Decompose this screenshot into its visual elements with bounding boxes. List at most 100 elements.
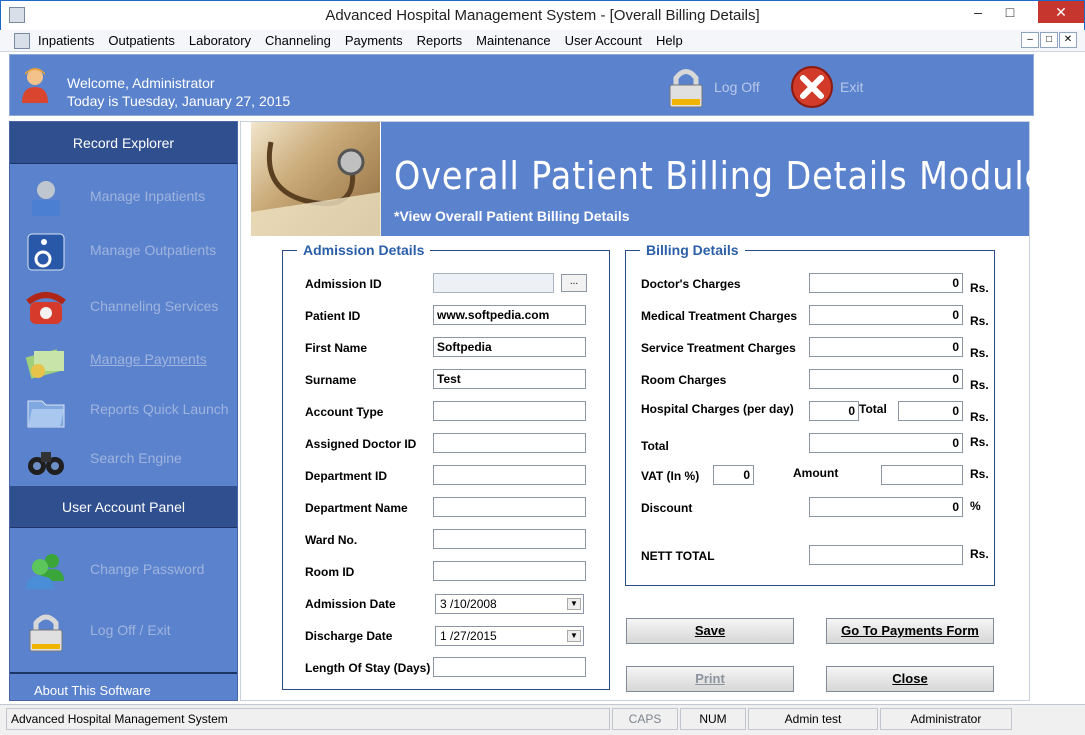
admission-date-label: Admission Date [305,597,396,611]
mdi-close-button[interactable]: ✕ [1059,32,1077,48]
patient-id-label: Patient ID [305,309,361,323]
sidebar-item-manage-inpatients[interactable]: Manage Inpatients [10,172,237,222]
billing-module-panel: Overall Patient Billing Details Module *… [240,121,1045,701]
administrator-icon [22,68,48,103]
ward-no-field[interactable] [433,529,586,549]
close-window-button[interactable]: ✕ [1038,1,1084,23]
status-app-name: Advanced Hospital Management System [6,708,610,730]
service-treatment-charges-label: Service Treatment Charges [641,341,796,355]
menu-channeling[interactable]: Channeling [265,33,331,48]
sidebar-item-label: Search Engine [90,450,182,466]
logoff-label: Log Off [714,79,760,95]
length-of-stay-label: Length Of Stay (Days) [305,661,431,675]
sidebar-item-label: Reports Quick Launch [90,401,229,417]
vat-field[interactable]: 0 [713,465,754,485]
minimize-button[interactable]: – [963,1,993,23]
padlock-icon [669,69,703,108]
admission-date-value: 3 /10/2008 [440,597,497,611]
module-banner: Overall Patient Billing Details Module *… [251,122,1045,236]
status-bar: Advanced Hospital Management System CAPS… [0,704,1085,735]
exit-icon [791,66,833,108]
surname-field[interactable]: Test [433,369,586,389]
hospital-total-field[interactable]: 0 [898,401,963,421]
sidebar-item-manage-outpatients[interactable]: Manage Outpatients [10,226,237,276]
room-charges-field[interactable]: 0 [809,369,963,389]
logoff-header-button[interactable]: Log Off [664,65,760,109]
assigned-doctor-id-field[interactable] [433,433,586,453]
welcome-text: Welcome, Administrator Today is Tuesday,… [67,74,290,110]
department-name-field[interactable] [433,497,586,517]
amount-field[interactable] [881,465,963,485]
menu-user-account[interactable]: User Account [565,33,642,48]
admission-id-browse-button[interactable]: ... [561,274,587,292]
close-button[interactable]: Close [826,666,994,692]
sidebar-item-label: Change Password [90,561,205,577]
status-role: Administrator [880,708,1012,730]
sidebar-item-logoff-exit[interactable]: Log Off / Exit [10,606,237,656]
mdi-minimize-button[interactable]: – [1021,32,1039,48]
total-field[interactable]: 0 [809,433,963,453]
folder-icon [27,400,65,428]
medical-treatment-charges-label: Medical Treatment Charges [641,309,798,323]
admission-id-field[interactable] [433,273,554,293]
maximize-button[interactable]: □ [995,1,1025,23]
exit-header-button[interactable]: Exit [790,65,863,109]
patient-id-field[interactable]: www.softpedia.com [433,305,586,325]
sidebar-item-search-engine[interactable]: Search Engine [10,434,237,484]
account-type-label: Account Type [305,405,384,419]
admission-details-legend: Admission Details [303,242,425,258]
account-type-field[interactable] [433,401,586,421]
service-treatment-charges-field[interactable]: 0 [809,337,963,357]
menu-maintenance[interactable]: Maintenance [476,33,550,48]
money-icon [25,349,64,379]
sidebar-item-channeling-services[interactable]: Channeling Services [10,282,237,332]
length-of-stay-field[interactable] [433,657,586,677]
room-id-label: Room ID [305,565,355,579]
chevron-down-icon[interactable]: ▼ [567,630,581,642]
mdi-restore-button[interactable]: □ [1040,32,1058,48]
menu-inpatients[interactable]: Inpatients [38,33,94,48]
menu-payments[interactable]: Payments [345,33,403,48]
discharge-date-label: Discharge Date [305,629,393,643]
room-id-field[interactable] [433,561,586,581]
user-account-panel-heading: User Account Panel [10,486,237,528]
assigned-doctor-id-label: Assigned Doctor ID [305,437,417,451]
binoculars-icon [28,452,64,475]
menu-outpatients[interactable]: Outpatients [108,33,175,48]
save-button[interactable]: Save [626,618,794,644]
nett-total-field[interactable] [809,545,963,565]
admission-date-picker[interactable]: 3 /10/2008 ▼ [435,594,584,614]
first-name-field[interactable]: Softpedia [433,337,586,357]
discount-field[interactable]: 0 [809,497,963,517]
stethoscope-image [251,122,381,236]
status-caps: CAPS [612,708,678,730]
currency-label: Rs. [970,346,989,360]
billing-details-legend: Billing Details [646,242,739,258]
amount-label: Amount [793,466,839,480]
currency-label: Rs. [970,314,989,328]
discharge-date-picker[interactable]: 1 /27/2015 ▼ [435,626,584,646]
about-software-link[interactable]: About This Software [34,683,151,698]
sidebar-item-reports-quick-launch[interactable]: Reports Quick Launch [10,385,237,435]
sidebar-item-label: Log Off / Exit [90,622,171,638]
admission-id-label: Admission ID [305,277,382,291]
sidebar-item-change-password[interactable]: Change Password [10,545,237,595]
vat-label: VAT (In %) [641,469,700,483]
nett-total-label: NETT TOTAL [641,549,715,563]
medical-treatment-charges-field[interactable]: 0 [809,305,963,325]
menu-help[interactable]: Help [656,33,683,48]
hospital-charges-per-day-field[interactable]: 0 [809,401,859,421]
sidebar-divider [10,672,237,674]
department-id-label: Department ID [305,469,388,483]
print-button[interactable]: Print [626,666,794,692]
sidebar-item-manage-payments[interactable]: Manage Payments [10,335,237,385]
department-id-field[interactable] [433,465,586,485]
mdi-child-icon[interactable] [14,33,30,49]
menu-reports[interactable]: Reports [417,33,463,48]
department-name-label: Department Name [305,501,408,515]
discharge-date-value: 1 /27/2015 [440,629,497,643]
chevron-down-icon[interactable]: ▼ [567,598,581,610]
menu-laboratory[interactable]: Laboratory [189,33,251,48]
doctors-charges-field[interactable]: 0 [809,273,963,293]
go-to-payments-form-button[interactable]: Go To Payments Form [826,618,994,644]
